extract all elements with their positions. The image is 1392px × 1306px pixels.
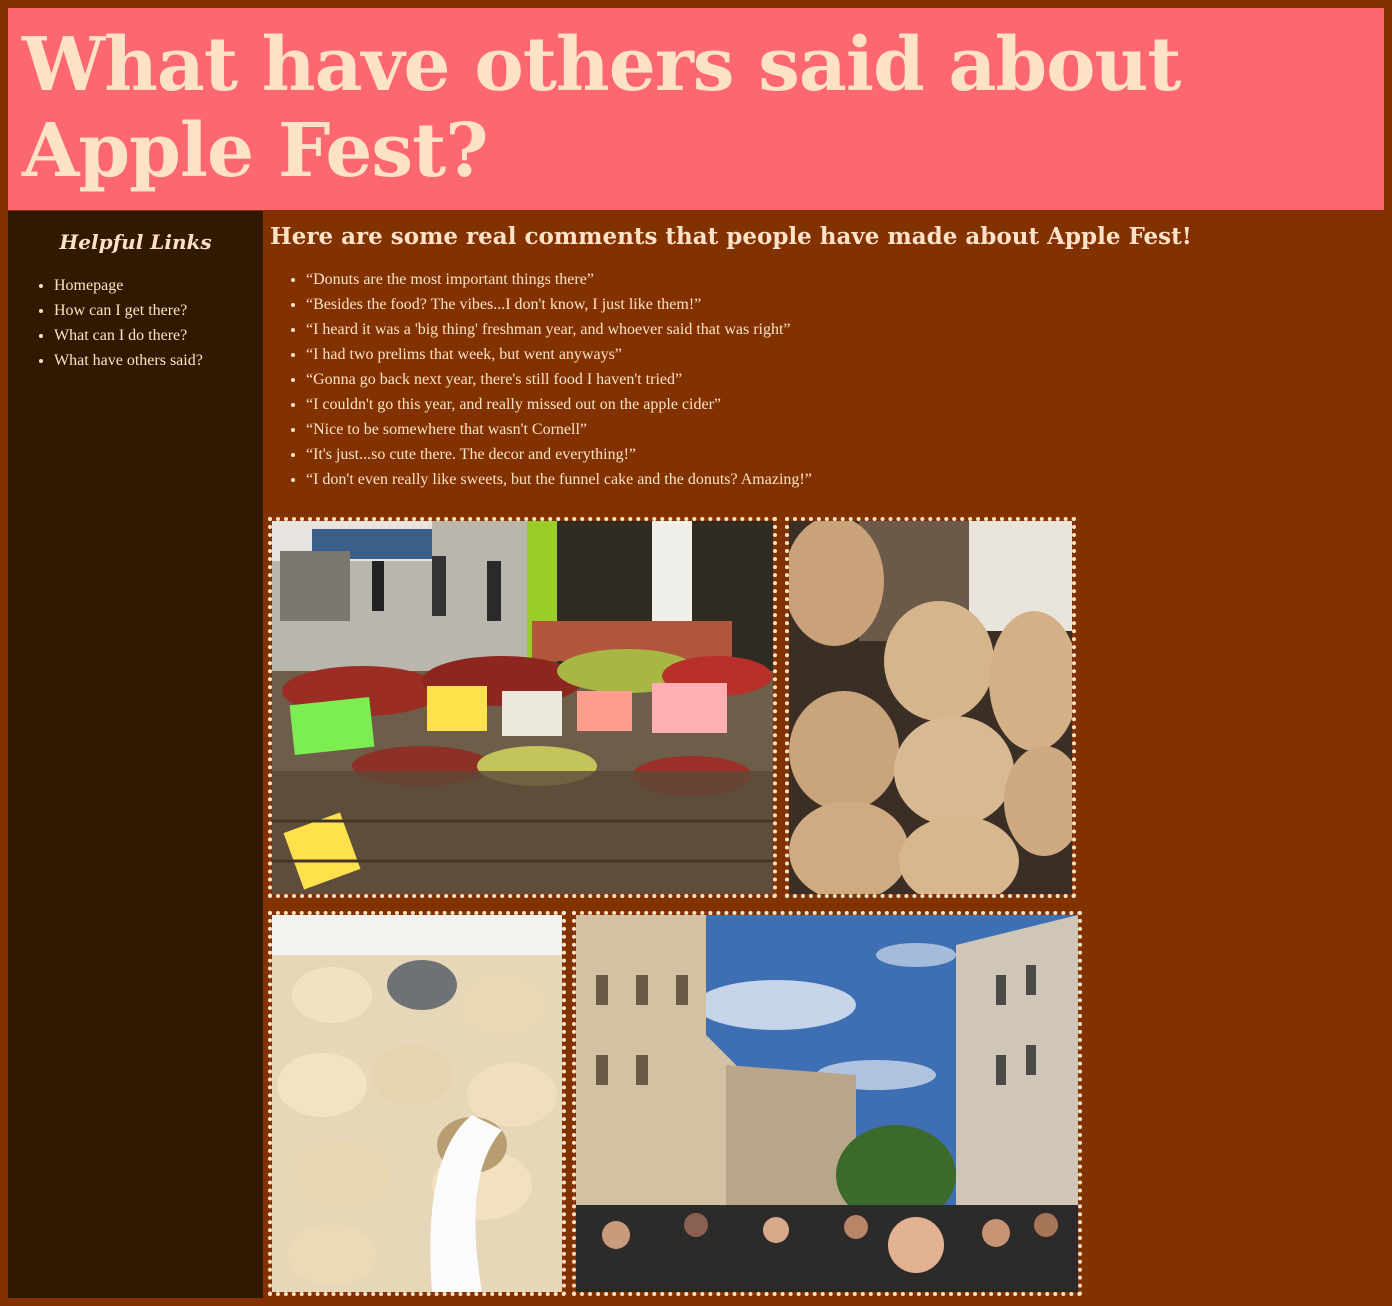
page-title-line-2: Apple Fest? [22, 108, 489, 194]
sidebar: Helpful Links Homepage How can I get the… [8, 211, 263, 1298]
comment-item: “I heard it was a 'big thing' freshman y… [306, 317, 1378, 342]
apple-stand-image [272, 521, 773, 894]
comment-item: “I don't even really like sweets, but th… [306, 467, 1378, 492]
kettle-corn-image [789, 521, 1072, 894]
link-what-can-i-do-there[interactable]: What can I do there? [54, 327, 187, 344]
sidebar-heading: Helpful Links [59, 230, 212, 254]
page-title-line-1: What have others said about [22, 22, 1181, 108]
comments-heading: Here are some real comments that people … [270, 223, 1192, 250]
photo-apple-stand [268, 517, 777, 898]
photo-kettle-corn [785, 517, 1076, 898]
mac-and-cheese-image [272, 915, 562, 1292]
comment-item: “It's just...so cute there. The decor an… [306, 442, 1378, 467]
comment-item: “I couldn't go this year, and really mis… [306, 392, 1378, 417]
page-header: What have others said about Apple Fest? [8, 8, 1384, 210]
sidebar-item-others-said: What have others said? [54, 348, 263, 373]
street-crowd-image [576, 915, 1078, 1292]
sidebar-link-list: Homepage How can I get there? What can I… [8, 273, 263, 373]
comment-item: “Gonna go back next year, there's still … [306, 367, 1378, 392]
comment-item: “I had two prelims that week, but went a… [306, 342, 1378, 367]
sidebar-item-how-to-get-there: How can I get there? [54, 298, 263, 323]
sidebar-item-homepage: Homepage [54, 273, 263, 298]
sidebar-item-what-to-do: What can I do there? [54, 323, 263, 348]
comment-item: “Donuts are the most important things th… [306, 267, 1378, 292]
comments-list: “Donuts are the most important things th… [268, 267, 1378, 492]
page-title: What have others said about Apple Fest? [22, 22, 1384, 194]
main-content: Here are some real comments that people … [268, 211, 1378, 492]
link-what-have-others-said[interactable]: What have others said? [54, 352, 203, 369]
comment-item: “Besides the food? The vibes...I don't k… [306, 292, 1378, 317]
photo-street-crowd [572, 911, 1082, 1296]
link-how-can-i-get-there[interactable]: How can I get there? [54, 302, 187, 319]
comment-item: “Nice to be somewhere that wasn't Cornel… [306, 417, 1378, 442]
link-homepage[interactable]: Homepage [54, 277, 123, 294]
photo-mac-and-cheese [268, 911, 566, 1296]
